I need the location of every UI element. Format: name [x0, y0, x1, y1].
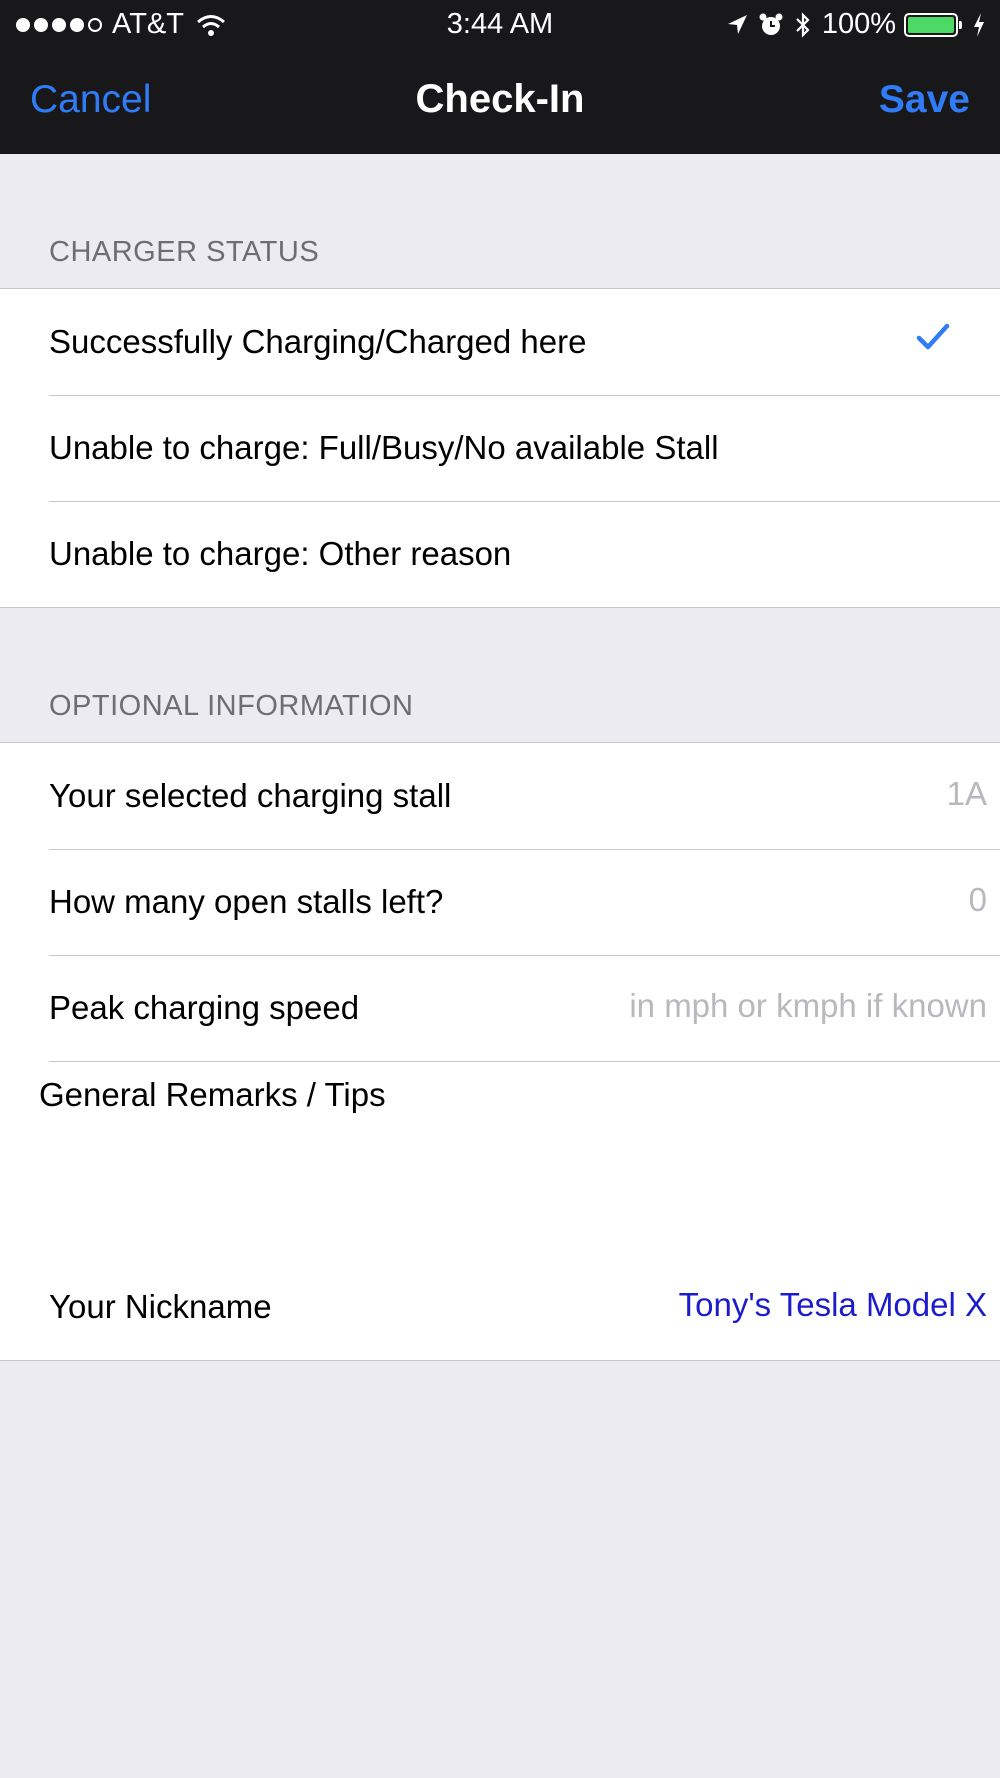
stall-input[interactable]: 1A [947, 775, 987, 813]
charger-option-label: Unable to charge: Other reason [49, 535, 512, 572]
location-arrow-icon [727, 14, 747, 34]
optional-info-header: OPTIONAL INFORMATION [49, 690, 414, 722]
status-bar: AT&T 3:44 AM 100% [0, 0, 1000, 50]
charger-option-label: Successfully Charging/Charged here [49, 323, 587, 360]
alarm-icon [759, 13, 783, 35]
bluetooth-icon [796, 11, 810, 38]
peak-speed-label: Peak charging speed [49, 989, 360, 1026]
nickname-label: Your Nickname [49, 1288, 272, 1325]
optional-info-group: Your selected charging stall 1A How many… [0, 742, 1000, 1361]
navigation-bar: Cancel Check-In Save [0, 50, 1000, 154]
charger-option-success[interactable]: Successfully Charging/Charged here [0, 289, 1000, 395]
open-stalls-label: How many open stalls left? [49, 883, 444, 920]
nickname-input[interactable]: Tony's Tesla Model X [679, 1286, 987, 1324]
charger-option-label: Unable to charge: Full/Busy/No available… [49, 429, 719, 466]
peak-speed-row[interactable]: Peak charging speed in mph or kmph if kn… [0, 955, 1000, 1061]
charging-bolt-icon [974, 12, 984, 37]
stall-label: Your selected charging stall [49, 777, 452, 814]
status-right: 100% [716, 8, 986, 41]
checkmark-icon [916, 323, 950, 350]
open-stalls-input[interactable]: 0 [969, 881, 987, 919]
charger-option-other[interactable]: Unable to charge: Other reason [0, 501, 1000, 607]
charger-option-full[interactable]: Unable to charge: Full/Busy/No available… [0, 395, 1000, 501]
page-title: Check-In [415, 77, 585, 121]
battery-percent: 100% [821, 8, 896, 40]
charger-status-header: CHARGER STATUS [49, 236, 320, 268]
remarks-label: General Remarks / Tips [39, 1076, 386, 1113]
remarks-field[interactable]: General Remarks / Tips [0, 1061, 1000, 1254]
peak-speed-input[interactable]: in mph or kmph if known [629, 987, 987, 1025]
open-stalls-row[interactable]: How many open stalls left? 0 [0, 849, 1000, 955]
battery-icon [904, 12, 962, 37]
charger-status-group: Successfully Charging/Charged here Unabl… [0, 288, 1000, 608]
nickname-row[interactable]: Your Nickname Tony's Tesla Model X [0, 1254, 1000, 1360]
save-button[interactable]: Save [879, 78, 970, 122]
stall-row[interactable]: Your selected charging stall 1A [0, 743, 1000, 849]
